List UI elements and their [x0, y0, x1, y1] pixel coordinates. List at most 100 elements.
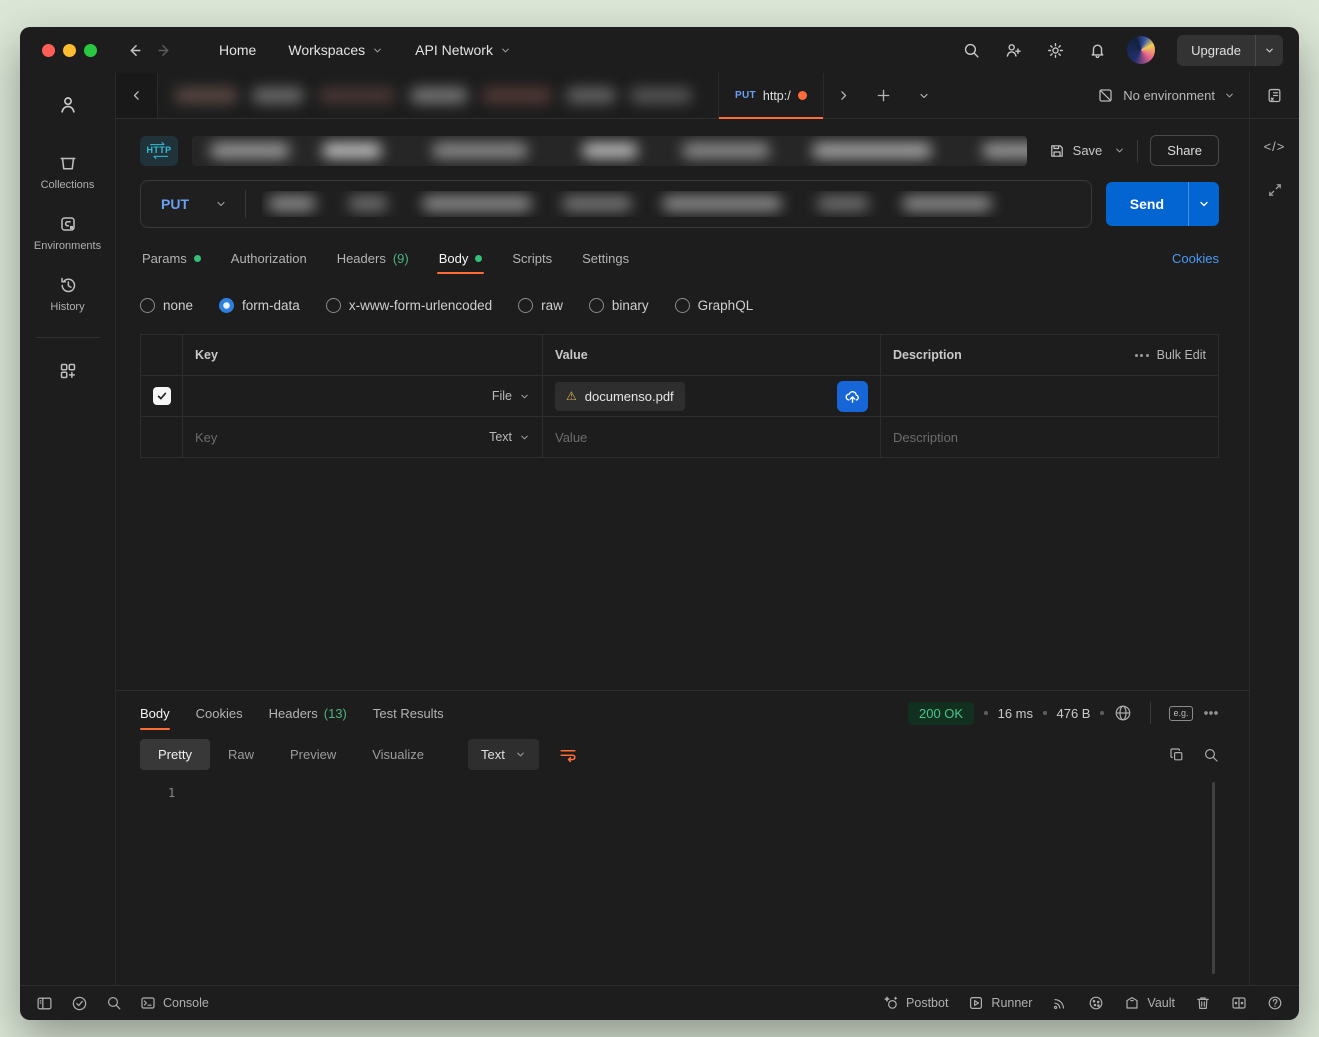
forward-icon[interactable]	[149, 35, 179, 65]
tab-label: Scripts	[512, 251, 552, 266]
minimize-window-button[interactable]	[63, 44, 76, 57]
back-icon[interactable]	[119, 35, 149, 65]
nav-workspaces[interactable]: Workspaces	[276, 36, 395, 64]
sidebar-item-collections[interactable]: Collections	[25, 144, 111, 201]
response-tab-cookies[interactable]: Cookies	[196, 691, 243, 735]
response-tab-body[interactable]: Body	[140, 691, 170, 735]
user-avatar[interactable]	[1127, 36, 1155, 64]
radio-x-www-form-urlencoded[interactable]: x-www-form-urlencoded	[326, 298, 492, 313]
checkpoint-icon[interactable]	[71, 995, 88, 1012]
view-pretty[interactable]: Pretty	[140, 739, 210, 770]
chevron-down-icon[interactable]	[1255, 35, 1283, 66]
description-cell[interactable]	[881, 376, 1218, 416]
view-raw[interactable]: Raw	[210, 739, 272, 770]
notifications-bell-icon[interactable]	[1081, 34, 1113, 66]
toggle-sidebar-icon[interactable]	[36, 995, 53, 1012]
tabs-scroll-left-icon[interactable]	[116, 73, 158, 118]
sidebar-item-history[interactable]: History	[25, 266, 111, 323]
tab-scripts[interactable]: Scripts	[510, 238, 554, 278]
request-name-redacted[interactable]	[192, 136, 1027, 166]
url-redacted[interactable]	[262, 191, 1075, 217]
key-type-dropdown[interactable]: File	[492, 389, 530, 403]
expand-panel-icon[interactable]	[1267, 182, 1283, 198]
response-size[interactable]: 476 B	[1057, 706, 1091, 721]
nav-home[interactable]: Home	[207, 36, 268, 64]
cookies-icon[interactable]	[1088, 995, 1104, 1011]
nav-api-network[interactable]: API Network	[403, 36, 523, 64]
divider	[1137, 140, 1138, 162]
save-options-chevron-icon[interactable]	[1114, 145, 1125, 156]
value-cell[interactable]: Value	[543, 417, 881, 457]
settings-gear-icon[interactable]	[1039, 34, 1071, 66]
radio-binary[interactable]: binary	[589, 298, 649, 313]
sidebar-configure-tools[interactable]	[25, 352, 111, 391]
tab-options-chevron-icon[interactable]	[904, 73, 944, 118]
vault-button[interactable]: Vault	[1124, 995, 1175, 1011]
response-time[interactable]: 16 ms	[998, 706, 1033, 721]
view-visualize[interactable]: Visualize	[354, 739, 442, 770]
postbot-button[interactable]: Postbot	[883, 995, 948, 1011]
response-body-viewer[interactable]: 1	[140, 780, 1219, 985]
method-selector[interactable]: PUT	[141, 196, 245, 212]
upgrade-button[interactable]: Upgrade	[1177, 35, 1283, 66]
environment-quick-look-icon[interactable]	[1250, 73, 1299, 119]
split-pane-icon[interactable]	[1231, 995, 1247, 1011]
search-icon[interactable]	[955, 34, 987, 66]
row-checkbox-cell[interactable]	[141, 417, 183, 457]
close-window-button[interactable]	[42, 44, 55, 57]
tab-params[interactable]: Params	[140, 238, 203, 278]
new-tab-plus-icon[interactable]	[864, 73, 904, 118]
response-tab-test-results[interactable]: Test Results	[373, 691, 444, 735]
sidebar-item-environments[interactable]: Environments	[25, 205, 111, 262]
upload-file-button[interactable]	[837, 381, 868, 412]
help-icon[interactable]	[1267, 995, 1283, 1011]
tab-headers[interactable]: Headers (9)	[335, 238, 411, 278]
find-icon[interactable]	[106, 995, 122, 1011]
vertical-scrollbar[interactable]	[1212, 782, 1215, 974]
zoom-window-button[interactable]	[84, 44, 97, 57]
status-badge[interactable]: 200 OK	[908, 702, 974, 725]
description-cell[interactable]: Description	[881, 417, 1218, 457]
wrap-lines-icon[interactable]	[559, 746, 577, 764]
environment-selector[interactable]: No environment	[1083, 73, 1249, 118]
send-options-chevron-icon[interactable]	[1188, 182, 1219, 226]
globe-network-icon[interactable]	[1114, 704, 1132, 722]
key-type-dropdown[interactable]: Text	[489, 430, 530, 444]
invite-user-icon[interactable]	[997, 34, 1029, 66]
code-snippet-icon[interactable]: </>	[1264, 139, 1286, 154]
response-tab-headers[interactable]: Headers (13)	[269, 691, 347, 735]
key-cell[interactable]: Key Text	[183, 417, 543, 457]
send-button[interactable]: Send	[1106, 182, 1219, 226]
capture-requests-icon[interactable]	[1052, 995, 1068, 1011]
more-options-icon[interactable]	[1203, 705, 1219, 721]
file-chip[interactable]: ⚠ documenso.pdf	[555, 382, 685, 411]
tabs-scroll-right-icon[interactable]	[824, 73, 864, 118]
tab-body[interactable]: Body	[437, 238, 485, 278]
url-bar[interactable]: PUT	[140, 180, 1092, 228]
checkbox-checked[interactable]	[153, 387, 171, 405]
console-button[interactable]: Console	[140, 995, 209, 1011]
tab-settings[interactable]: Settings	[580, 238, 631, 278]
key-cell[interactable]: File	[183, 376, 543, 416]
format-dropdown[interactable]: Text	[468, 739, 539, 770]
radio-raw[interactable]: raw	[518, 298, 563, 313]
row-checkbox-cell[interactable]	[141, 376, 183, 416]
share-button[interactable]: Share	[1150, 135, 1219, 166]
tab-authorization[interactable]: Authorization	[229, 238, 309, 278]
select-all-cell[interactable]	[141, 335, 183, 375]
save-button[interactable]: Save	[1041, 137, 1111, 165]
sidebar-profile[interactable]	[25, 85, 111, 126]
runner-button[interactable]: Runner	[968, 995, 1032, 1011]
active-request-tab[interactable]: PUT http:/	[718, 73, 824, 118]
bulk-edit-button[interactable]: Bulk Edit	[1135, 348, 1206, 362]
view-preview[interactable]: Preview	[272, 739, 354, 770]
save-as-example-button[interactable]: e.g.	[1169, 706, 1193, 721]
trash-icon[interactable]	[1195, 995, 1211, 1011]
radio-form-data[interactable]: form-data	[219, 298, 300, 313]
search-response-icon[interactable]	[1203, 747, 1219, 763]
radio-graphql[interactable]: GraphQL	[675, 298, 754, 313]
radio-none[interactable]: none	[140, 298, 193, 313]
copy-icon[interactable]	[1169, 747, 1185, 763]
cookies-link[interactable]: Cookies	[1172, 251, 1219, 266]
value-cell[interactable]: ⚠ documenso.pdf	[543, 376, 881, 416]
